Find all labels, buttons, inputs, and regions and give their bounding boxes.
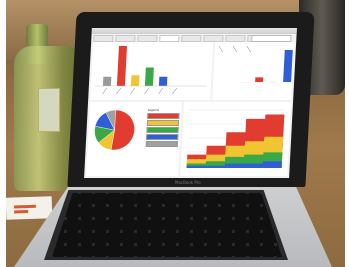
small-bar-chart	[218, 45, 293, 83]
pie-chart-panel: Legend	[86, 102, 183, 176]
chart-legend: Legend	[145, 108, 180, 148]
tab-4[interactable]	[159, 35, 180, 42]
keyboard-keys	[52, 193, 282, 257]
laptop-screen: Legend	[84, 28, 297, 178]
tick-label	[144, 87, 149, 95]
search-input[interactable]	[251, 35, 292, 42]
tab-6[interactable]	[203, 35, 224, 42]
bar	[283, 50, 293, 82]
legend-swatch	[147, 113, 180, 119]
bar	[255, 77, 264, 82]
area-chart-panel	[180, 102, 292, 176]
tab-3[interactable]	[137, 35, 158, 42]
area-chart	[186, 109, 285, 168]
card-logo-bar	[14, 210, 29, 214]
legend-swatch	[146, 120, 180, 126]
bar	[116, 46, 127, 86]
tick-label	[172, 87, 177, 95]
tick-label	[116, 87, 121, 95]
business-card	[5, 196, 53, 220]
bar	[158, 76, 168, 86]
bar-chart	[94, 46, 207, 95]
photo-border	[345, 0, 349, 267]
legend-title: Legend	[147, 108, 159, 112]
tick-label	[218, 45, 223, 53]
small-bar-chart-panel	[212, 42, 295, 100]
bar	[102, 76, 112, 86]
bar	[144, 67, 154, 86]
tab-2[interactable]	[115, 35, 136, 42]
tab-7[interactable]	[225, 35, 246, 42]
tick-label	[246, 45, 251, 53]
legend-swatch	[146, 127, 179, 133]
tab-5[interactable]	[181, 35, 202, 42]
legend-swatch	[145, 141, 179, 147]
bar	[130, 75, 140, 87]
tick-label	[130, 87, 135, 95]
pie-chart	[94, 109, 135, 151]
tick-label	[232, 45, 237, 53]
tick-label	[158, 87, 163, 95]
tick-label	[102, 87, 107, 95]
bar-chart-panel	[90, 42, 214, 100]
photo-border	[0, 0, 6, 267]
tab-1[interactable]	[93, 35, 114, 42]
bottle-label	[38, 88, 60, 132]
photo-scene: Legend MacBook Pro	[0, 0, 349, 267]
laptop-brand-label: MacBook Pro	[175, 180, 201, 185]
card-logo-bar	[13, 204, 36, 209]
browser-titlebar	[91, 28, 297, 34]
legend-swatch	[146, 134, 179, 140]
tab-bar	[93, 35, 268, 42]
